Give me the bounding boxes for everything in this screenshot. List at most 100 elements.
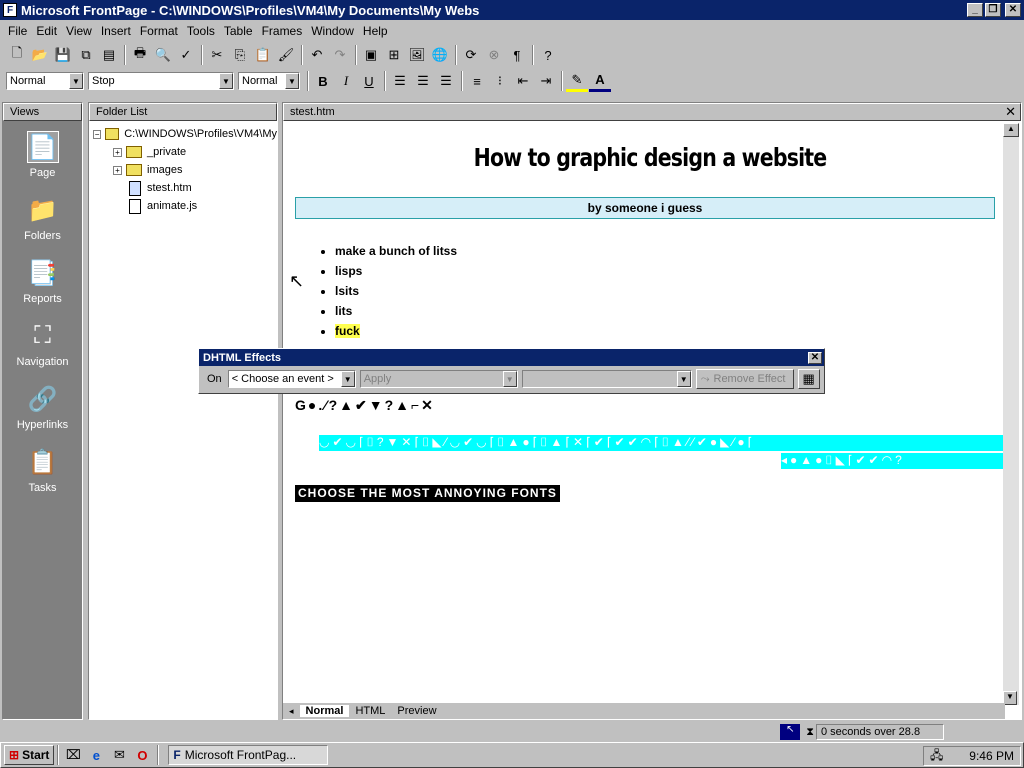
cyan-symbol-line[interactable]: ◂●▲●⌷◣⌈✔✔◠? (781, 453, 1003, 469)
font-color-icon[interactable]: A (589, 70, 611, 92)
menu-file[interactable]: File (8, 24, 27, 38)
view-tasks[interactable]: 📋 Tasks (3, 446, 82, 499)
print-icon[interactable]: 🖶 (129, 44, 151, 66)
apply-select[interactable]: Apply ▼ (359, 370, 518, 388)
remove-effect-button[interactable]: ⤳ Remove Effect (695, 369, 794, 389)
bullets-icon[interactable]: ⁝ (489, 70, 511, 92)
network-icon[interactable]: 🖧 (930, 746, 943, 767)
tree-root[interactable]: − C:\WINDOWS\Profiles\VM4\My (93, 125, 277, 143)
expand-icon[interactable]: + (113, 147, 122, 157)
folder-list-icon[interactable]: ▤ (98, 44, 120, 66)
align-right-icon[interactable]: ☰ (435, 70, 457, 92)
chevron-down-icon[interactable]: ▼ (219, 73, 233, 89)
style-select[interactable]: Normal ▼ (6, 72, 84, 90)
menu-insert[interactable]: Insert (101, 24, 131, 38)
list-item[interactable]: lits (335, 301, 457, 321)
list-item[interactable]: make a bunch of litss (335, 241, 457, 261)
tab-html[interactable]: HTML (349, 705, 391, 717)
collapse-icon[interactable]: − (93, 129, 102, 139)
highlight-effects-icon[interactable]: ▦ (797, 369, 820, 389)
menu-edit[interactable]: Edit (36, 24, 57, 38)
list-item[interactable]: lsits (335, 281, 457, 301)
opera-icon[interactable]: O (131, 744, 153, 766)
view-hyperlinks[interactable]: 🔗 Hyperlinks (3, 383, 82, 436)
paste-icon[interactable]: 📋 (252, 44, 274, 66)
cut-icon[interactable]: ✂ (206, 44, 228, 66)
menu-format[interactable]: Format (140, 24, 178, 38)
dhtml-titlebar[interactable]: DHTML Effects ✕ (199, 349, 824, 366)
tab-normal[interactable]: Normal (299, 705, 350, 717)
chevron-down-icon[interactable]: ▼ (502, 371, 517, 387)
download-time-status[interactable]: 0 seconds over 28.8 (816, 724, 944, 740)
close-icon[interactable]: ✕ (1005, 104, 1020, 120)
bullet-list[interactable]: make a bunch of litss lisps lsits lits f… (335, 241, 457, 341)
font-select[interactable]: Stop ▼ (88, 72, 234, 90)
menu-help[interactable]: Help (363, 24, 388, 38)
annoying-font-text[interactable]: CHOOSE THE MOST ANNOYING FONTS (295, 485, 560, 502)
chevron-down-icon[interactable]: ▼ (676, 371, 691, 387)
tab-scroll-left-icon[interactable]: ◂ (283, 706, 300, 717)
chevron-down-icon[interactable]: ▼ (340, 371, 355, 387)
byline-box[interactable]: by someone i guess (295, 197, 995, 219)
settings-select[interactable]: ▼ (521, 370, 692, 388)
symbol-font-text[interactable]: G●.⁄?▲✔▼?▲⌐✕ (295, 397, 435, 414)
stop-icon[interactable]: ⊗ (483, 44, 505, 66)
cyan-symbol-line[interactable]: ◡✔◡⌈⌷?▼✕⌈⌷◣⁄◡✔◡⌈⌷▲●⌈⌷▲⌈✕⌈✔⌈✔✔◠⌈⌷▲⁄⁄✔●◣⁄●… (319, 435, 1003, 451)
maximize-button[interactable]: ❐ (985, 3, 1001, 17)
internet-explorer-icon[interactable]: e (85, 744, 107, 766)
align-left-icon[interactable]: ☰ (389, 70, 411, 92)
show-all-icon[interactable]: ¶ (506, 44, 528, 66)
list-item[interactable]: lisps (335, 261, 457, 281)
outlook-express-icon[interactable]: ✉ (108, 744, 130, 766)
chevron-down-icon[interactable]: ▼ (69, 73, 83, 89)
tree-item-images[interactable]: + images (93, 161, 277, 179)
tab-preview[interactable]: Preview (391, 705, 442, 717)
page-heading[interactable]: How to graphic design a website (359, 143, 941, 172)
new-page-icon[interactable]: 🗋 (6, 44, 28, 66)
size-select[interactable]: Normal ▼ (238, 72, 300, 90)
task-frontpage[interactable]: F Microsoft FrontPag... (168, 745, 329, 765)
undo-icon[interactable]: ↶ (306, 44, 328, 66)
italic-icon[interactable]: I (335, 70, 357, 92)
bold-icon[interactable]: B (312, 70, 334, 92)
event-select[interactable]: < Choose an event > ▼ (227, 370, 356, 388)
format-painter-icon[interactable]: 🖌 (275, 44, 297, 66)
chevron-down-icon[interactable]: ▼ (285, 73, 299, 89)
highlight-icon[interactable]: ✎ (566, 70, 588, 92)
menu-table[interactable]: Table (224, 24, 253, 38)
view-page[interactable]: 📄 Page (3, 131, 82, 184)
spelling-icon[interactable]: ✓ (175, 44, 197, 66)
publish-icon[interactable]: ⧉ (75, 44, 97, 66)
save-icon[interactable]: 💾 (52, 44, 74, 66)
expand-icon[interactable]: + (113, 165, 122, 175)
redo-icon[interactable]: ↷ (329, 44, 351, 66)
close-icon[interactable]: ✕ (808, 351, 822, 364)
print-preview-icon[interactable]: 🔍 (152, 44, 174, 66)
insert-table-icon[interactable]: ⊞ (383, 44, 405, 66)
menu-window[interactable]: Window (311, 24, 354, 38)
increase-indent-icon[interactable]: ⇥ (535, 70, 557, 92)
underline-icon[interactable]: U (358, 70, 380, 92)
menu-frames[interactable]: Frames (262, 24, 303, 38)
list-item[interactable]: fuck (335, 321, 457, 341)
scroll-down-icon[interactable]: ▼ (1003, 691, 1017, 705)
view-reports[interactable]: 📑 Reports (3, 257, 82, 310)
insert-component-icon[interactable]: ▣ (360, 44, 382, 66)
align-center-icon[interactable]: ☰ (412, 70, 434, 92)
help-icon[interactable]: ? (537, 44, 559, 66)
hyperlink-icon[interactable]: 🌐 (429, 44, 451, 66)
show-desktop-icon[interactable]: ⌧ (62, 744, 84, 766)
decrease-indent-icon[interactable]: ⇤ (512, 70, 534, 92)
refresh-icon[interactable]: ⟳ (460, 44, 482, 66)
view-navigation[interactable]: ⛶ Navigation (3, 320, 82, 373)
open-icon[interactable]: 📂 (29, 44, 51, 66)
insert-picture-icon[interactable]: 🖼 (406, 44, 428, 66)
close-button[interactable]: ✕ (1005, 3, 1021, 17)
vertical-scrollbar[interactable]: ▲ ▼ (1003, 123, 1019, 705)
frontpage-app-icon[interactable]: F (3, 3, 17, 17)
minimize-button[interactable]: _ (967, 3, 983, 17)
tree-item-stest[interactable]: stest.htm (93, 179, 277, 197)
scroll-up-icon[interactable]: ▲ (1003, 123, 1019, 137)
menu-tools[interactable]: Tools (187, 24, 215, 38)
start-button[interactable]: ⊞ Start (4, 745, 55, 765)
